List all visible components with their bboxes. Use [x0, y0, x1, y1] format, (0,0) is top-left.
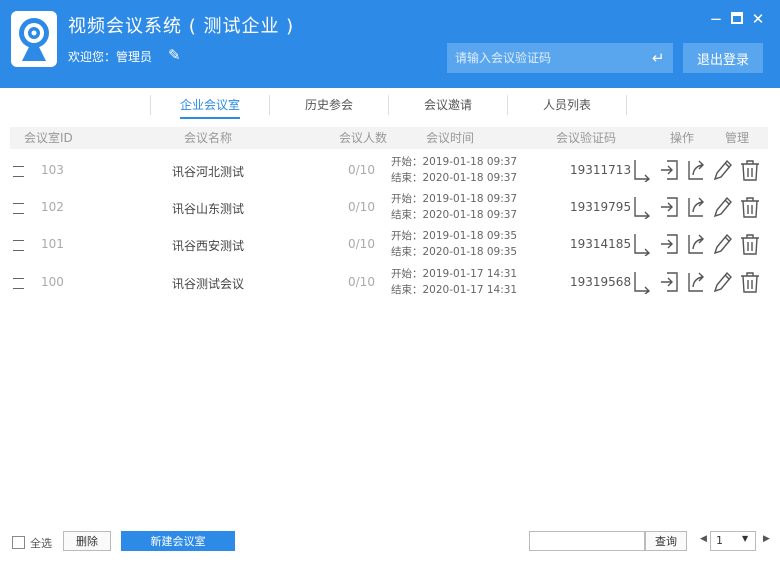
table-row: 100 讯谷测试会议 0/10 开始：2019-01-17 14:31 结束：20…	[10, 264, 768, 301]
share-icon[interactable]	[686, 270, 706, 294]
edit-icon[interactable]	[712, 195, 732, 219]
row-checkbox[interactable]	[13, 166, 24, 177]
table-header: 会议室ID 会议名称 会议人数 会议时间 会议验证码 操作 管理	[10, 127, 768, 149]
col-id: 会议室ID	[24, 131, 73, 145]
start-time: 开始：2019-01-18 09:37	[391, 193, 518, 205]
join-icon[interactable]	[660, 195, 680, 219]
edit-icon[interactable]: ✎	[168, 46, 181, 64]
room-id: 103	[41, 163, 64, 177]
share-icon[interactable]	[686, 195, 706, 219]
tab-history[interactable]: 历史参会	[269, 95, 388, 115]
room-name: 讯谷山东测试	[172, 202, 245, 216]
tab-invites[interactable]: 会议邀请	[388, 95, 507, 115]
table-row: 101 讯谷西安测试 0/10 开始：2019-01-18 09:35 结束：20…	[10, 226, 768, 263]
delete-icon[interactable]	[740, 195, 760, 219]
room-id: 102	[41, 200, 64, 214]
start-time: 开始：2019-01-18 09:35	[391, 230, 518, 242]
edit-icon[interactable]	[712, 270, 732, 294]
app-header: 视频会议系统 ( 测试企业 ) 欢迎您：管理员 ✎ − ✕ ↵ 退出登录	[0, 0, 780, 88]
tab-bar: 企业会议室 历史参会 会议邀请 人员列表	[150, 95, 627, 115]
row-checkbox[interactable]	[13, 203, 24, 214]
col-name: 会议名称	[184, 131, 233, 145]
maximize-icon[interactable]	[729, 11, 745, 27]
close-icon[interactable]: ✕	[750, 11, 766, 27]
room-code: 19319568	[570, 275, 632, 289]
room-id: 100	[41, 275, 64, 289]
room-count: 0/10	[348, 163, 375, 177]
minimize-icon[interactable]: −	[708, 11, 724, 27]
table-row: 102 讯谷山东测试 0/10 开始：2019-01-18 09:37 结束：20…	[10, 189, 768, 226]
search-input[interactable]	[529, 531, 645, 551]
join-icon[interactable]	[660, 232, 680, 256]
edit-icon[interactable]	[712, 158, 732, 182]
room-time: 开始：2019-01-18 09:35 结束：2020-01-18 09:35	[391, 228, 517, 260]
new-room-button[interactable]: 新建会议室	[121, 531, 235, 551]
room-time: 开始：2019-01-18 09:37 结束：2020-01-18 09:37	[391, 191, 517, 223]
delete-button[interactable]: 删除	[63, 531, 111, 551]
tab-rooms[interactable]: 企业会议室	[150, 95, 269, 115]
chevron-down-icon: ▼	[742, 534, 749, 543]
start-time: 开始：2019-01-17 14:31	[391, 268, 518, 280]
tab-members[interactable]: 人员列表	[507, 95, 627, 115]
enter-icon[interactable]: ↵	[652, 49, 665, 67]
join-icon[interactable]	[660, 270, 680, 294]
active-tab-indicator	[180, 117, 240, 119]
join-icon[interactable]	[660, 158, 680, 182]
room-time: 开始：2019-01-18 09:37 结束：2020-01-18 09:37	[391, 154, 517, 186]
room-count: 0/10	[348, 200, 375, 214]
enter-room-icon[interactable]	[632, 158, 652, 183]
enter-room-icon[interactable]	[632, 270, 652, 295]
app-title: 视频会议系统 ( 测试企业 )	[68, 16, 295, 37]
room-code: 19311713	[570, 163, 632, 177]
share-icon[interactable]	[686, 232, 706, 256]
room-count: 0/10	[348, 237, 375, 251]
end-time: 结束：2020-01-17 14:31	[391, 284, 518, 296]
room-count: 0/10	[348, 275, 375, 289]
select-all-label: 全选	[30, 537, 52, 550]
end-time: 结束：2020-01-18 09:37	[391, 209, 518, 221]
welcome-text: 欢迎您：管理员	[68, 50, 153, 64]
room-code: 19319795	[570, 200, 632, 214]
prev-page-icon[interactable]: ◀	[700, 534, 707, 544]
end-time: 结束：2020-01-18 09:37	[391, 172, 518, 184]
room-name: 讯谷河北测试	[172, 165, 245, 179]
delete-icon[interactable]	[740, 232, 760, 256]
meeting-code-input[interactable]	[447, 43, 673, 73]
row-checkbox[interactable]	[13, 278, 24, 289]
col-code: 会议验证码	[556, 131, 617, 145]
col-ops: 操作	[670, 131, 695, 145]
room-time: 开始：2019-01-17 14:31 结束：2020-01-17 14:31	[391, 266, 517, 298]
next-page-icon[interactable]: ▶	[763, 534, 770, 544]
edit-icon[interactable]	[712, 232, 732, 256]
room-id: 101	[41, 237, 64, 251]
enter-room-icon[interactable]	[632, 232, 652, 257]
table-row: 103 讯谷河北测试 0/10 开始：2019-01-18 09:37 结束：20…	[10, 152, 768, 189]
room-name: 讯谷测试会议	[172, 277, 245, 291]
room-name: 讯谷西安测试	[172, 239, 245, 253]
col-count: 会议人数	[339, 131, 388, 145]
share-icon[interactable]	[686, 158, 706, 182]
query-button[interactable]: 查询	[645, 531, 687, 551]
delete-icon[interactable]	[740, 158, 760, 182]
logout-button[interactable]: 退出登录	[683, 43, 763, 73]
col-manage: 管理	[725, 131, 750, 145]
end-time: 结束：2020-01-18 09:35	[391, 246, 518, 258]
delete-icon[interactable]	[740, 270, 760, 294]
start-time: 开始：2019-01-18 09:37	[391, 156, 518, 168]
col-time: 会议时间	[426, 131, 475, 145]
row-checkbox[interactable]	[13, 240, 24, 251]
room-code: 19314185	[570, 237, 632, 251]
enter-room-icon[interactable]	[632, 195, 652, 220]
page-select[interactable]: 1	[710, 531, 756, 551]
app-logo	[11, 11, 57, 67]
select-all-checkbox[interactable]	[12, 536, 25, 549]
